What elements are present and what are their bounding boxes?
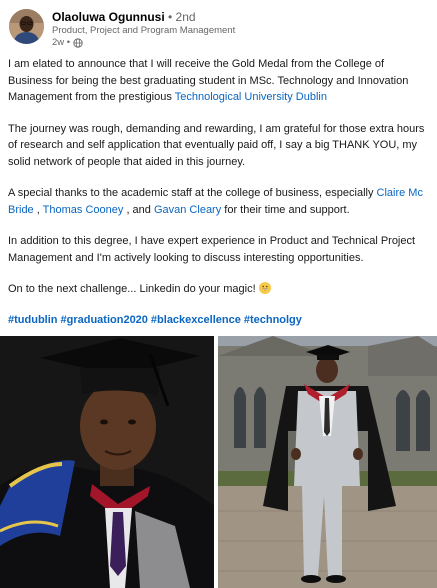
globe-icon (73, 38, 83, 48)
separator-text: , (33, 203, 43, 216)
mention-thomas-cooney[interactable]: Thomas Cooney (43, 204, 124, 216)
mention-gavan-cleary[interactable]: Gavan Cleary (154, 204, 221, 216)
hashtag-link[interactable]: #blackexcellence (151, 314, 241, 326)
organization-link[interactable]: Technological University Dublin (175, 91, 327, 103)
grinning-face-emoji-icon (258, 282, 271, 294)
post-body: I am elated to announce that I will rece… (8, 56, 429, 298)
post-paragraph: In addition to this degree, I have exper… (8, 235, 416, 264)
post-header: Olaoluwa Ogunnusi • 2nd Product, Project… (9, 9, 429, 49)
post-paragraph: On to the next challenge... Linkedin do … (8, 281, 429, 298)
author-avatar[interactable] (9, 9, 44, 44)
graduate-portrait-photo[interactable] (0, 336, 214, 588)
paragraph-text: A special thanks to the academic staff a… (8, 187, 377, 199)
post-paragraph: The journey was rough, demanding and rew… (8, 122, 425, 168)
post-paragraph: I am elated to announce that I will rece… (8, 56, 429, 106)
paragraph-text: On to the next challenge... Linkedin do … (8, 283, 259, 295)
hashtag-link[interactable]: #tudublin (8, 314, 58, 326)
graduate-full-length-photo[interactable] (218, 336, 437, 588)
post-paragraph: A special thanks to the academic staff a… (8, 185, 429, 218)
hashtag-link[interactable]: #technolgy (244, 314, 302, 326)
separator-text: , and (123, 203, 154, 216)
hashtag-list: #tudublin #graduation2020 #blackexcellence… (8, 312, 305, 328)
author-info: Olaoluwa Ogunnusi • 2nd Product, Project… (52, 10, 235, 49)
post-timestamp: 2w • (52, 37, 71, 48)
author-name-line: Olaoluwa Ogunnusi • 2nd (52, 10, 235, 24)
connection-degree: • 2nd (168, 10, 196, 24)
author-name[interactable]: Olaoluwa Ogunnusi (52, 10, 165, 24)
hashtag-link[interactable]: #graduation2020 (61, 314, 148, 326)
paragraph-text: for their time and support. (221, 203, 350, 216)
author-headline: Product, Project and Program Management (52, 25, 236, 36)
linkedin-post-card: Olaoluwa Ogunnusi • 2nd Product, Project… (0, 0, 437, 588)
post-meta: 2w • (52, 37, 235, 49)
